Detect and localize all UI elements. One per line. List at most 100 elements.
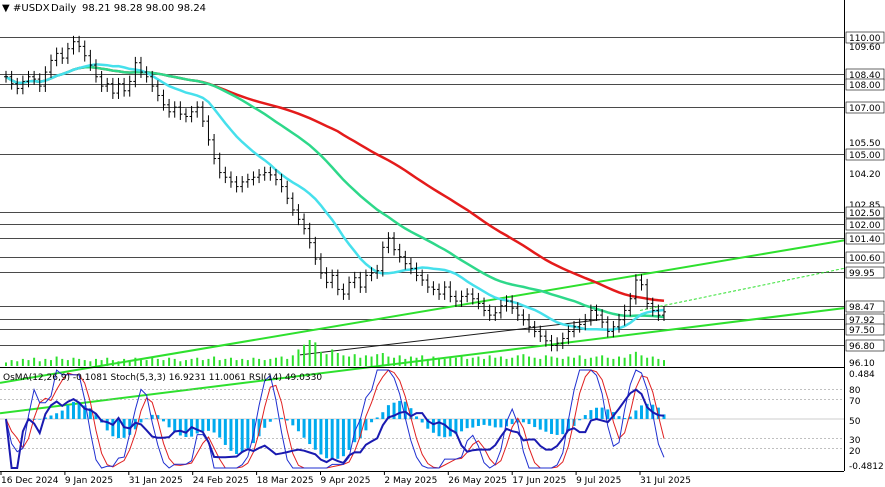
volume-bar	[511, 357, 514, 366]
volume-bar	[106, 357, 109, 366]
price-tag-label: 105.50	[849, 139, 881, 149]
volume-bar	[606, 357, 609, 366]
osma-bar	[370, 419, 374, 423]
ohlc-readout: 98.21 98.28 98.00 98.24	[82, 3, 206, 14]
volume-bar	[573, 357, 576, 366]
osma-bar	[105, 419, 109, 431]
volume-bar	[38, 361, 41, 366]
volume-bar	[471, 357, 474, 366]
volume-bar	[252, 357, 255, 366]
volume-bar	[454, 357, 457, 366]
price-tag-label: 96.80	[849, 342, 875, 352]
volume-bar	[426, 358, 429, 366]
osma-bar	[49, 415, 53, 419]
osma-bar	[550, 419, 554, 434]
volume-bar	[516, 355, 519, 366]
volume-bar	[201, 360, 204, 366]
time-tick-label: 31 Jul 2025	[640, 476, 691, 486]
volume-bar	[556, 357, 559, 366]
volume-bar	[488, 355, 491, 366]
osma-bar	[443, 419, 447, 438]
volume-bar	[533, 357, 536, 366]
time-tick-label: 31 Jan 2025	[129, 476, 183, 486]
osma-bar	[206, 419, 210, 431]
volume-bar	[207, 358, 210, 366]
volume-bar	[449, 356, 452, 366]
volume-bar	[629, 354, 632, 366]
volume-bar	[179, 361, 182, 366]
volume-bar	[432, 356, 435, 366]
price-tag-label: 98.47	[849, 303, 875, 313]
volume-bar	[387, 356, 390, 366]
volume-bar	[567, 356, 570, 366]
osma-bar	[471, 419, 475, 428]
price-scale[interactable]: 110.00109.60108.40108.00107.00105.50105.…	[845, 31, 885, 369]
osma-bar	[111, 419, 115, 437]
volume-bar	[218, 360, 221, 366]
osma-bar	[145, 418, 149, 419]
time-tick-label: 2 May 2025	[384, 476, 437, 486]
osma-bar	[336, 419, 340, 459]
osma-bar	[381, 412, 385, 419]
osma-bar	[184, 419, 188, 438]
osma-bar	[325, 419, 329, 459]
volume-bar	[274, 357, 277, 366]
volume-bar	[651, 356, 654, 366]
volume-bar	[235, 360, 238, 366]
osma-bar	[527, 419, 531, 425]
osma-bar	[38, 419, 42, 420]
indicator-scale-label: 70	[849, 397, 861, 407]
volume-bar	[589, 357, 592, 366]
volume-bar	[308, 340, 311, 366]
indicator-scale-label: 80	[849, 386, 861, 396]
volume-bar	[117, 361, 120, 366]
indicator-scale-label: 30	[849, 436, 861, 446]
osma-bar	[201, 419, 205, 432]
volume-bar	[128, 360, 131, 366]
volume-bar	[5, 362, 7, 366]
volume-bar	[550, 356, 553, 366]
volume-bar	[421, 355, 424, 366]
volume-bar	[286, 358, 289, 366]
time-tick-label: 17 Jun 2025	[512, 476, 566, 486]
volume-bar	[213, 356, 216, 366]
osma-bar	[229, 419, 233, 451]
volume-bar	[10, 360, 13, 366]
price-tag-label: 102.50	[849, 209, 881, 219]
volume-bar	[66, 360, 69, 366]
volume-bar	[359, 357, 362, 366]
volume-bar	[612, 358, 615, 366]
volume-bar	[72, 357, 75, 366]
volume-bar	[353, 354, 356, 366]
price-tag-label: 97.50	[849, 326, 875, 336]
volume-bar	[528, 356, 531, 366]
osma-bar	[561, 419, 565, 435]
volume-bar	[196, 357, 199, 366]
volume-bar	[595, 356, 598, 366]
osma-bar	[488, 419, 492, 426]
osma-bar	[398, 400, 402, 419]
volume-bar	[246, 360, 249, 366]
volume-bar	[393, 357, 396, 366]
volume-bar	[27, 360, 30, 366]
time-tick-label: 9 Jul 2025	[576, 476, 621, 486]
osma-bar	[493, 419, 497, 428]
volume-bar	[640, 355, 643, 366]
volume-bar	[291, 355, 294, 366]
collapse-arrow-icon[interactable]: ▼	[2, 3, 10, 14]
volume-bar	[55, 356, 58, 366]
volume-bar	[404, 358, 407, 366]
osma-bar	[167, 419, 171, 428]
volume-bar	[443, 358, 446, 366]
price-tag-label: 108.00	[849, 81, 881, 91]
price-tag-label: 101.40	[849, 235, 881, 245]
osma-bar	[420, 419, 424, 423]
volume-bar	[663, 360, 665, 366]
osma-bar	[583, 415, 587, 419]
volume-bar	[494, 357, 497, 366]
volume-bar	[348, 356, 351, 366]
volume-bar	[303, 344, 306, 366]
volume-bar	[168, 357, 171, 366]
volume-bar	[100, 360, 103, 366]
osma-bar	[173, 419, 177, 432]
